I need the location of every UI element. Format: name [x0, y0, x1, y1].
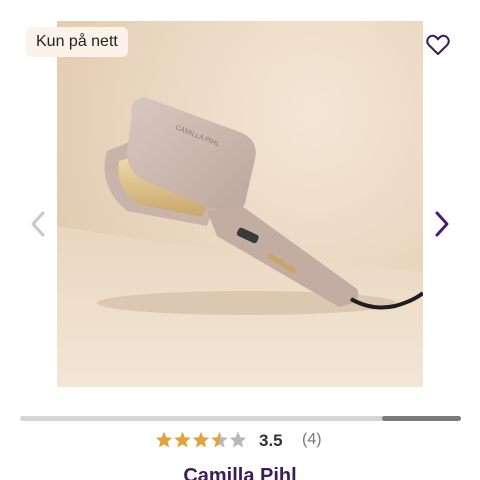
online-only-badge: Kun på nett [26, 27, 128, 57]
star-icon [192, 431, 210, 448]
chevron-left-icon[interactable] [28, 210, 48, 238]
gallery-scrollbar-thumb[interactable] [381, 416, 461, 421]
star-rating [155, 431, 247, 448]
chevron-right-icon[interactable] [432, 210, 452, 238]
star-icon [174, 431, 191, 448]
product-photo[interactable]: CAMILLA PIHL [57, 21, 423, 387]
heart-outline-icon[interactable] [425, 32, 451, 58]
star-icon [211, 431, 228, 448]
product-brand[interactable]: Camilla Pihl [0, 464, 480, 480]
rating-row[interactable]: 3.5 (4) [0, 428, 480, 452]
review-count[interactable]: (4) [302, 431, 322, 449]
star-icon [155, 431, 173, 448]
hair-waver-image: CAMILLA PIHL [57, 97, 423, 387]
rating-value: 3.5 [259, 431, 283, 450]
gallery-scrollbar[interactable] [20, 416, 461, 421]
product-image-gallery[interactable]: CAMILLA PIHL Kun på nett [0, 0, 480, 400]
star-icon [229, 431, 247, 448]
